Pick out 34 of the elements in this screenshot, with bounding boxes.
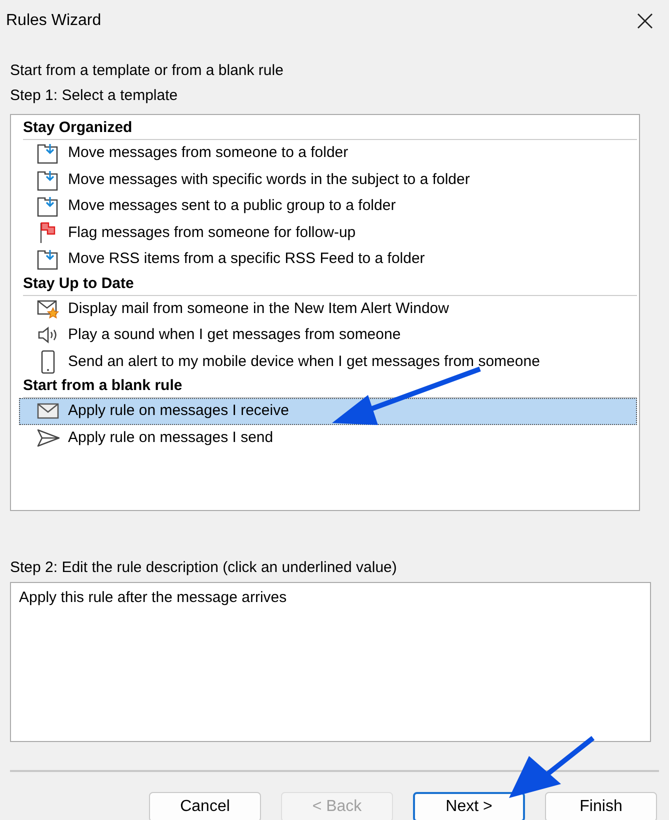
template-item[interactable]: Move RSS items from a specific RSS Feed to a folder <box>19 246 637 272</box>
folder-arrow-icon <box>36 247 60 272</box>
intro-text: Start from a template or from a blank rule <box>9 61 284 81</box>
item-label: Move messages with specific words in the subject to a folder <box>68 170 470 190</box>
item-label: Move RSS items from a specific RSS Feed to a folder <box>68 249 425 269</box>
item-label: Send an alert to my mobile device when I get messages from someone <box>68 352 540 372</box>
step-label: Step 1: Select a template <box>9 86 179 106</box>
template-item[interactable]: Display mail from someone in the New Item Alert Window <box>19 296 637 322</box>
template-item[interactable]: Apply rule on messages I receive <box>19 398 637 424</box>
item-label: Move messages sent to a public group to a folder <box>68 196 396 216</box>
template-item[interactable]: Flag messages from someone for follow-up <box>19 220 637 246</box>
item-label: Flag messages from someone for follow-up <box>68 222 356 242</box>
template-item[interactable]: Send an alert to my mobile device when I get messages from someone <box>19 348 637 375</box>
item-label: Apply rule on messages I send <box>68 428 274 448</box>
template-item[interactable]: Play a sound when I get messages from someone <box>19 322 637 348</box>
window-title: Rules Wizard <box>6 11 102 31</box>
rule-description: Apply this rule after the message arrives <box>19 589 287 606</box>
item-label: Play a sound when I get messages from someone <box>68 325 401 345</box>
folder-arrow-icon <box>36 194 60 218</box>
item-label: Apply rule on messages I receive <box>68 401 289 421</box>
group-header: Stay Up to Date <box>23 272 637 296</box>
wizard-button[interactable]: Finish <box>545 792 657 820</box>
step-label: Step 2: Edit the rule description (click an underlined value) <box>9 558 398 578</box>
template-item[interactable]: Move messages sent to a public group to a folder <box>19 193 637 220</box>
group-header: Stay Organized <box>23 117 637 140</box>
template-item[interactable]: Move messages with specific words in the subject to a folder <box>19 166 637 193</box>
close-icon <box>636 12 654 30</box>
item-label: Display mail from someone in the New Item Alert Window <box>68 298 449 318</box>
template-item[interactable]: Move messages from someone to a folder <box>19 140 637 166</box>
folder-arrow-icon <box>36 141 60 166</box>
item-label: Move messages from someone to a folder <box>68 143 348 163</box>
wizard-button[interactable]: Next > <box>413 792 525 820</box>
wizard-button[interactable]: Cancel <box>149 792 261 820</box>
template-item[interactable]: Apply rule on messages I send <box>19 424 637 451</box>
